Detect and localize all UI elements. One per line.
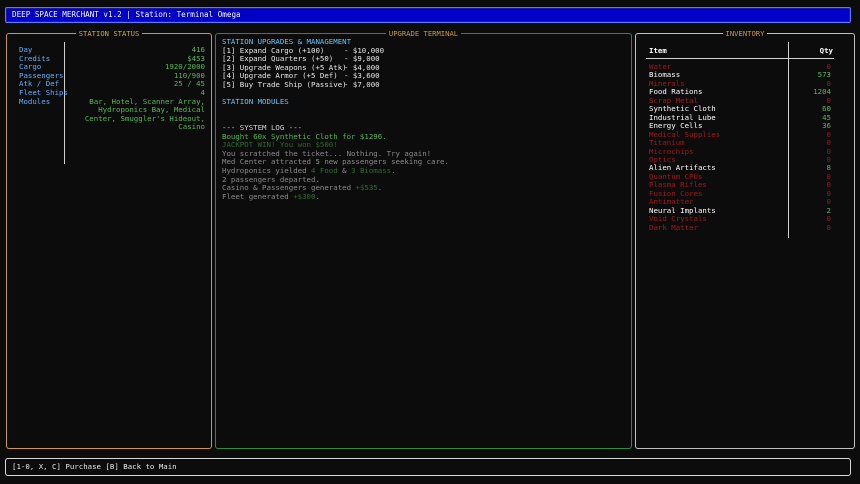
station-status-title: STATION STATUS [76,29,143,38]
inventory-list: Water0Biomass573Minerals0Food Rations120… [649,63,831,232]
upgrade-options: [1] Expand Cargo (+100)- $10,000[2] Expa… [222,47,622,90]
status-list: Day 416 Credits $453 Cargo 1920/2000 Pas… [19,46,205,132]
upgrade-option-price: - $7,000 [344,80,380,89]
status-row-modules: Modules Bar, Hotel, Scanner Array, Hydro… [19,98,205,132]
inventory-header: Item Qty [649,46,833,55]
modules-header: STATION MODULES [222,98,622,107]
upgrade-terminal-panel: UPGRADE TERMINAL STATION UPGRADES & MANA… [215,33,632,449]
inventory-item-qty: 0 [801,224,831,232]
key-hints: [1-0, X, C] Purchase [B] Back to Main [12,462,177,471]
log-text: . [378,183,382,192]
inventory-row: Microchips0 [649,148,831,156]
upgrade-terminal-title: UPGRADE TERMINAL [386,29,461,38]
status-label: Modules [19,98,69,132]
window-title: DEEP SPACE MERCHANT v1.2 | Station: Term… [12,10,241,19]
inventory-col-qty: Qty [803,46,833,55]
inventory-item-name: Dark Matter [649,224,801,232]
log-line: Fleet generated +$300. [222,193,622,202]
log-text: . [391,166,395,175]
status-value: 416 [69,46,205,55]
inventory-header-divider [646,58,834,59]
log-text: 3 Biomass [351,166,391,175]
system-log: Bought 60x Synthetic Cloth for $1296.JAC… [222,133,622,202]
upgrade-option[interactable]: [5] Buy Trade Ship (Passive)- $7,000 [222,81,622,90]
key-hint-bar: [1-0, X, C] Purchase [B] Back to Main [5,458,851,476]
status-value: Bar, Hotel, Scanner Array, Hydroponics B… [69,98,205,132]
upgrade-option-label: [5] Buy Trade Ship (Passive) [222,81,344,90]
station-status-panel: STATION STATUS Day 416 Credits $453 Carg… [6,33,212,449]
log-text: +$300 [293,192,315,201]
inventory-row: Dark Matter0 [649,224,831,232]
inventory-col-item: Item [649,46,803,55]
log-text: +$535 [356,183,378,192]
window-title-bar: DEEP SPACE MERCHANT v1.2 | Station: Term… [5,7,851,23]
log-text: . [315,192,319,201]
inventory-title: INVENTORY [723,29,768,38]
inventory-panel: INVENTORY Item Qty Water0Biomass573Miner… [635,33,855,449]
status-value: 25 / 45 [69,80,205,89]
log-text: & [338,166,351,175]
log-text: Fleet generated [222,192,293,201]
